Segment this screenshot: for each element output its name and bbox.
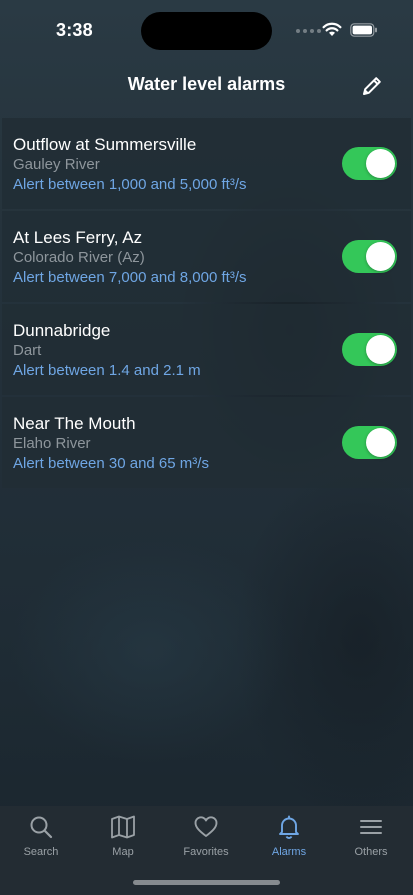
toggle-knob <box>366 149 395 178</box>
alarm-toggle[interactable] <box>342 240 397 273</box>
status-bar: 3:38 <box>0 0 413 60</box>
tab-label: Map <box>112 846 134 858</box>
alarm-item[interactable]: At Lees Ferry, Az Colorado River (Az) Al… <box>2 211 411 302</box>
tab-favorites[interactable]: Favorites <box>165 814 247 864</box>
alarm-range: Alert between 7,000 and 8,000 ft³/s <box>13 269 247 286</box>
cellular-signal-icon <box>296 29 321 33</box>
alarm-name: At Lees Ferry, Az <box>13 228 143 247</box>
menu-icon <box>360 820 382 834</box>
alarm-name: Dunnabridge <box>13 321 111 340</box>
tab-label: Search <box>23 846 59 858</box>
page-title: Water level alarms <box>127 74 286 94</box>
toggle-knob <box>366 428 395 457</box>
pencil-icon <box>363 77 381 95</box>
alarm-item[interactable]: Near The Mouth Elaho River Alert between… <box>2 397 411 488</box>
alarm-toggle[interactable] <box>342 426 397 459</box>
tab-search[interactable]: Search <box>0 814 82 864</box>
alarm-item[interactable]: Outflow at Summersville Gauley River Ale… <box>2 118 411 209</box>
alarm-range: Alert between 30 and 65 m³/s <box>13 455 209 472</box>
status-time: 3:38 <box>56 20 93 40</box>
battery-icon <box>350 23 377 37</box>
tab-label: Favorites <box>183 846 229 858</box>
alarm-river: Elaho River <box>13 435 91 452</box>
alarm-river: Dart <box>13 342 42 359</box>
heart-icon <box>194 816 218 837</box>
alarm-name: Near The Mouth <box>13 414 136 433</box>
dynamic-island <box>141 12 272 50</box>
alarm-name: Outflow at Summersville <box>13 135 197 154</box>
tab-label: Alarms <box>271 846 307 858</box>
search-icon <box>30 816 53 839</box>
wifi-icon <box>322 22 342 36</box>
alarm-range: Alert between 1,000 and 5,000 ft³/s <box>13 176 247 193</box>
tab-alarms[interactable]: Alarms <box>248 814 330 864</box>
home-indicator[interactable] <box>133 880 280 885</box>
alarm-toggle[interactable] <box>342 147 397 180</box>
bell-icon <box>279 815 299 839</box>
tab-label: Others <box>354 846 388 858</box>
tab-map[interactable]: Map <box>82 814 164 864</box>
map-icon <box>111 815 135 839</box>
edit-button[interactable] <box>358 72 386 100</box>
alarm-item[interactable]: Dunnabridge Dart Alert between 1.4 and 2… <box>2 304 411 395</box>
alarm-list: Outflow at Summersville Gauley River Ale… <box>2 118 411 490</box>
alarm-river: Gauley River <box>13 156 100 173</box>
alarm-toggle[interactable] <box>342 333 397 366</box>
toggle-knob <box>366 242 395 271</box>
alarm-range: Alert between 1.4 and 2.1 m <box>13 362 201 379</box>
tab-others[interactable]: Others <box>330 814 412 864</box>
alarm-river: Colorado River (Az) <box>13 249 145 266</box>
toggle-knob <box>366 335 395 364</box>
